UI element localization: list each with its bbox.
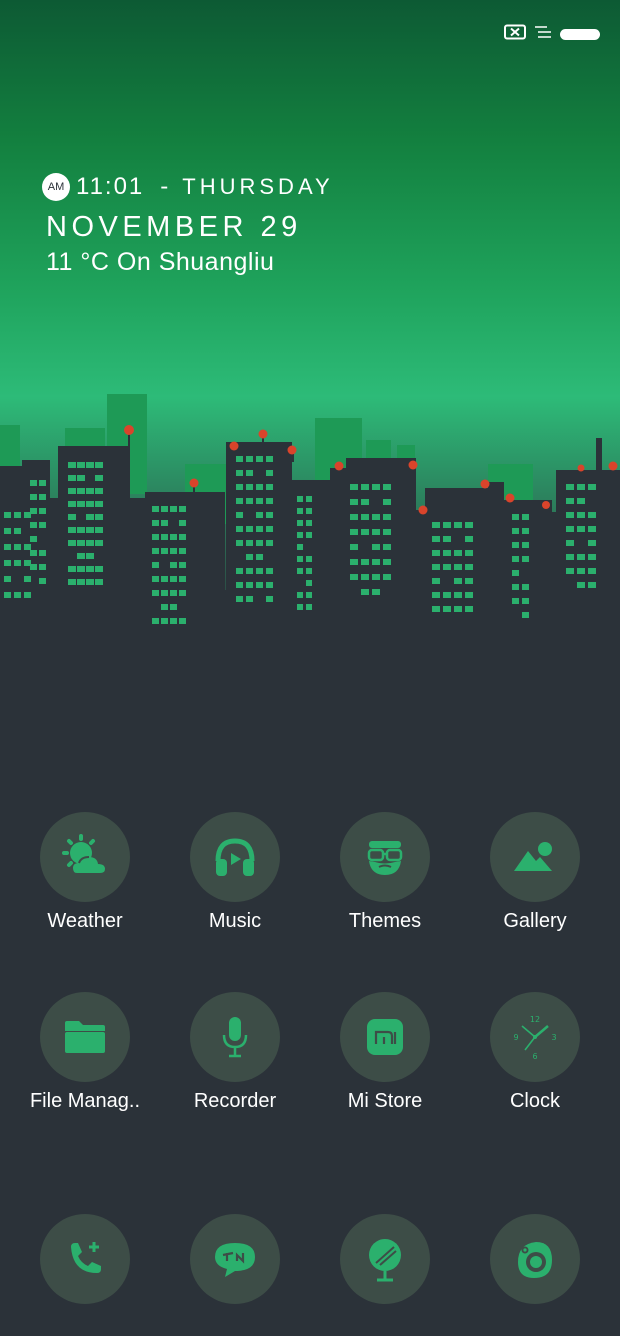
weather-sun-cloud-icon — [61, 833, 109, 881]
mountain-sun-icon — [512, 837, 558, 877]
app-icon-circle — [40, 812, 130, 902]
svg-text:6: 6 — [532, 1052, 537, 1061]
home-screen: AM 11:01 - THURSDAY NOVEMBER 29 11 °C On… — [0, 0, 620, 1336]
dock-app-browser[interactable] — [310, 1214, 460, 1304]
app-icon-circle — [490, 1214, 580, 1304]
app-clock[interactable]: 12 3 6 9 Clock — [460, 992, 610, 1113]
app-icon-circle: 12 3 6 9 — [490, 992, 580, 1082]
app-icon-circle — [40, 1214, 130, 1304]
app-file-manager[interactable]: File Manag.. — [10, 992, 160, 1113]
app-label: Gallery — [503, 910, 567, 932]
app-label: Clock — [509, 1090, 560, 1112]
app-label: Mi Store — [347, 1090, 423, 1112]
lockscreen-clock-widget[interactable]: AM 11:01 - THURSDAY NOVEMBER 29 11 °C On… — [42, 173, 334, 277]
svg-text:12: 12 — [530, 1015, 540, 1024]
dock-app-phone[interactable] — [10, 1214, 160, 1304]
app-icon-circle — [340, 812, 430, 902]
app-icon-circle — [190, 812, 280, 902]
time-separator: - — [160, 173, 169, 200]
menu-lines-icon — [534, 25, 552, 44]
app-label: Themes — [348, 910, 422, 932]
date-text: NOVEMBER 29 — [46, 211, 302, 243]
app-mi-store[interactable]: Mi Store — [310, 992, 460, 1113]
app-icon-circle — [190, 992, 280, 1082]
dock-app-textnow[interactable] — [160, 1214, 310, 1304]
microphone-icon — [220, 1015, 250, 1059]
svg-text:3: 3 — [551, 1033, 556, 1042]
app-icon-circle — [340, 1214, 430, 1304]
time-row: AM 11:01 - THURSDAY — [42, 173, 334, 201]
notification-off-icon — [504, 24, 526, 45]
app-label: Music — [208, 910, 262, 932]
svg-text:9: 9 — [513, 1033, 518, 1042]
clock-face-icon: 12 3 6 9 — [510, 1012, 560, 1062]
dock-app-camera[interactable] — [460, 1214, 610, 1304]
phone-icon — [63, 1237, 107, 1281]
app-icon-circle — [40, 992, 130, 1082]
battery-icon — [560, 29, 600, 40]
folder-icon — [63, 1019, 107, 1055]
app-music[interactable]: Music — [160, 812, 310, 933]
app-themes[interactable]: Themes — [310, 812, 460, 933]
app-label: File Manag.. — [29, 1090, 141, 1112]
bearded-face-icon — [363, 835, 407, 879]
app-recorder[interactable]: Recorder — [160, 992, 310, 1113]
camera-lens-icon — [512, 1236, 558, 1282]
app-label: Recorder — [193, 1090, 277, 1112]
browser-globe-icon — [363, 1235, 407, 1283]
wallpaper-city-skyline — [0, 394, 620, 650]
app-weather[interactable]: Weather — [10, 812, 160, 933]
textnow-bubble-icon — [211, 1239, 259, 1279]
mi-store-bag-icon — [364, 1016, 406, 1058]
headphones-icon — [213, 835, 257, 879]
time-text: 11:01 — [76, 173, 145, 200]
app-icon-circle — [190, 1214, 280, 1304]
ampm-badge: AM — [42, 173, 70, 201]
day-name: THURSDAY — [182, 174, 334, 199]
app-gallery[interactable]: Gallery — [460, 812, 610, 933]
app-icon-circle — [490, 812, 580, 902]
app-icon-circle — [340, 992, 430, 1082]
weather-text: 11 °C On Shuangliu — [46, 248, 275, 276]
app-label: Weather — [47, 910, 123, 932]
status-bar — [504, 24, 600, 45]
